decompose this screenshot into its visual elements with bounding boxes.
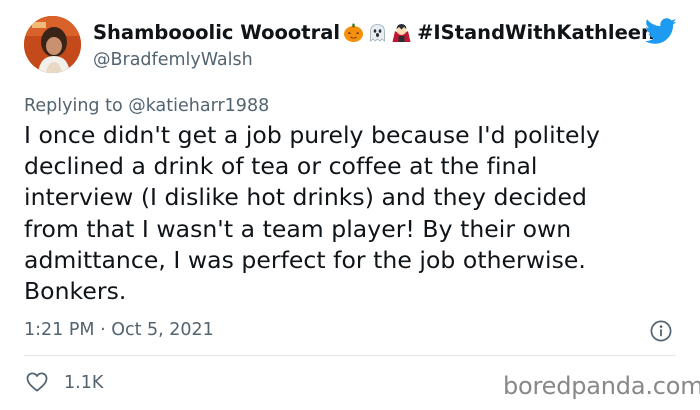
display-name-text: Shambooolic Woootral (93, 21, 341, 44)
jack-o-lantern-icon (343, 22, 364, 43)
reply-prefix: Replying to (24, 96, 129, 116)
hashtag-link[interactable]: #IStandWithKathleen (417, 21, 655, 44)
divider (24, 355, 676, 356)
like-count: 1.1K (64, 373, 104, 393)
vampire-icon (391, 22, 412, 43)
author-display-name[interactable]: Shambooolic Woootral #IStandWithKathleen (93, 21, 655, 44)
reply-mention-link[interactable]: @katieharr1988 (128, 96, 269, 116)
heart-icon[interactable] (26, 372, 48, 392)
tweet-timestamp[interactable]: 1:21 PM · Oct 5, 2021 (24, 320, 214, 340)
author-handle[interactable]: @BradfemlyWalsh (93, 50, 253, 70)
avatar-image (24, 16, 81, 73)
ghost-icon (367, 22, 388, 43)
info-icon[interactable] (650, 320, 672, 342)
watermark: boredpanda.com (503, 372, 700, 400)
avatar[interactable] (24, 16, 81, 73)
reply-context: Replying to @katieharr1988 (24, 96, 269, 116)
twitter-bird-icon[interactable] (645, 18, 677, 45)
tweet-text: I once didn't get a job purely because I… (24, 121, 601, 306)
